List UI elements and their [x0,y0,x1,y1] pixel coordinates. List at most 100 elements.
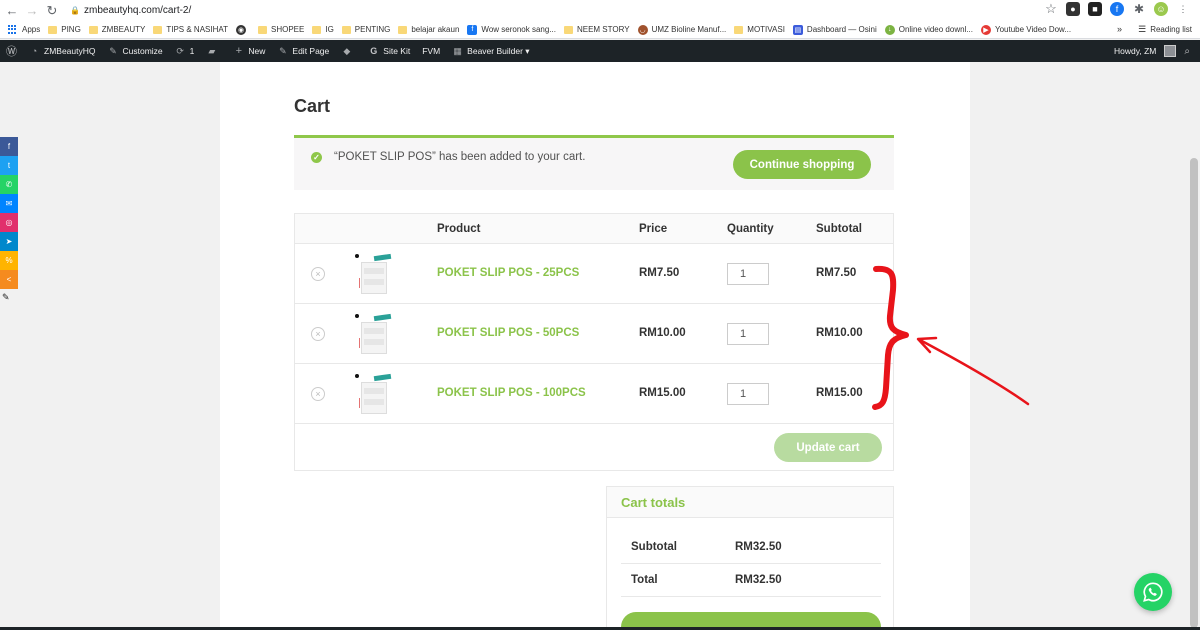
twitter-share-icon[interactable]: t [0,156,18,175]
bookmark-site[interactable]: ▶ Youtube Video Dow... [981,24,1071,35]
page-title: Cart [294,96,331,116]
reload-icon[interactable]: ↻ [44,3,60,19]
product-name-link[interactable]: POKET SLIP POS - 50PCS [437,327,579,339]
remove-item-icon[interactable]: × [311,267,325,281]
added-to-cart-notice: ✓ “POKET SLIP POS” has been added to you… [294,135,894,190]
product-thumbnail[interactable] [355,252,395,296]
menu-kebab-icon[interactable]: ⋮ [1176,2,1190,16]
site-kit-label: Site Kit [383,46,411,56]
product-price: RM10.00 [639,327,686,339]
bookmark-folder[interactable]: MOTIVASI [734,25,785,34]
back-icon[interactable]: ← [4,3,20,19]
product-thumbnail[interactable] [355,312,395,356]
more-bookmarks-icon[interactable]: » [1117,24,1122,34]
scrollbar-thumb[interactable] [1190,158,1198,628]
page-scrollbar[interactable] [1188,62,1200,630]
site-kit-link[interactable]: G Site Kit [368,46,410,57]
bookmark-label: IG [325,25,334,34]
bookmark-label: Wow seronok sang... [481,25,556,34]
line-subtotal: RM15.00 [816,387,863,399]
total-label: Total [631,574,658,586]
bookmark-folder[interactable]: TIPS & NASIHAT [153,25,228,34]
table-row: × POKET SLIP POS - 50PCS RM10.00 1 RM10.… [295,304,893,364]
bookmark-folder[interactable]: PENTING [341,25,391,34]
extension-shield-icon[interactable]: ■ [1088,2,1102,16]
check-circle-icon: ✓ [311,152,322,163]
folder-icon [153,25,163,34]
updates-link[interactable]: ⟳ 1 [175,45,194,57]
bookmark-folder[interactable]: SHOPEE [258,25,304,34]
user-avatar[interactable] [1164,45,1177,57]
beaver-builder-link[interactable]: ▦ Beaver Builder ▾ [452,46,529,57]
bookmark-apps[interactable]: Apps [8,24,40,35]
reading-list-button[interactable]: ☰ Reading list [1138,24,1192,35]
header-quantity: Quantity [727,223,774,235]
messenger-share-icon[interactable]: ✉ [0,194,18,213]
puzzle-icon[interactable]: ✱ [1132,2,1146,16]
subtotal-value: RM32.50 [735,541,782,553]
extension-camera-icon[interactable]: ● [1066,2,1080,16]
address-bar[interactable]: 🔒 zmbeautyhq.com/cart-2/ [70,2,1070,18]
folder-icon [312,25,322,34]
reading-list-label: Reading list [1150,25,1192,34]
bookmark-site[interactable]: f Wow seronok sang... [467,24,556,35]
search-icon[interactable]: ⌕ [1184,46,1190,57]
copy-link-icon[interactable]: % [0,251,18,270]
instagram-share-icon[interactable]: ◎ [0,213,18,232]
bookmark-label: UMZ Bioline Manuf... [651,25,727,34]
quantity-input[interactable]: 1 [727,323,769,345]
update-cart-button[interactable]: Update cart [774,433,882,462]
remove-item-icon[interactable]: × [311,327,325,341]
url-text: zmbeautyhq.com/cart-2/ [84,4,192,16]
diamond-menu[interactable]: ◆ [341,46,356,57]
line-subtotal: RM7.50 [816,267,857,279]
youtube-download-icon: ▶ [981,24,991,35]
forward-icon[interactable]: → [24,3,40,19]
fvm-link[interactable]: FVM [422,46,440,56]
new-content-link[interactable]: + New [233,45,266,57]
bookmark-folder[interactable]: ZMBEAUTY [88,25,145,34]
product-name-link[interactable]: POKET SLIP POS - 25PCS [437,267,579,279]
updates-icon: ⟳ [176,45,184,56]
product-thumbnail[interactable] [355,372,395,416]
whatsapp-icon [1143,582,1163,602]
bookmark-site[interactable]: ↓ Online video downl... [884,24,973,35]
whatsapp-share-icon[interactable]: ✆ [0,175,18,194]
facebook-extension-icon[interactable]: f [1110,2,1124,16]
cart-totals-panel: Cart totals Subtotal RM32.50 Total RM32.… [606,486,894,630]
quantity-input[interactable]: 1 [727,263,769,285]
bookmark-site[interactable]: ▤ Dashboard — Osini [792,24,877,35]
layout-grid-icon: ▦ [453,45,462,56]
fvm-label: FVM [422,46,441,56]
continue-shopping-button[interactable]: Continue shopping [733,150,871,179]
remove-item-icon[interactable]: × [311,387,325,401]
facebook-share-icon[interactable]: f [0,137,18,156]
download-icon: ↓ [884,24,895,35]
bookmark-site[interactable]: ◡ UMZ Bioline Manuf... [637,24,727,35]
bookmark-label: NEEM STORY [576,25,630,34]
telegram-share-icon[interactable]: ➤ [0,232,18,251]
more-share-icon[interactable]: < [0,270,18,289]
bookmark-label: PENTING [354,25,391,34]
folder-icon [258,25,267,34]
howdy-user[interactable]: Howdy, ZM [1114,46,1156,56]
bookmark-folder[interactable]: belajar akaun [398,25,459,34]
customize-link[interactable]: ✎ Customize [108,46,162,57]
facebook-icon: f [467,24,478,35]
edit-page-link[interactable]: ✎ Edit Page [277,46,329,57]
bookmark-folder[interactable]: IG [312,25,334,34]
whatsapp-chat-button[interactable] [1134,573,1172,611]
site-name-link[interactable]: ◔ ZMBeautyHQ [29,46,96,57]
bookmark-folder[interactable]: NEEM STORY [563,25,630,34]
product-name-link[interactable]: POKET SLIP POS - 100PCS [437,387,586,399]
edit-page-label: Edit Page [292,46,330,56]
folder-icon [341,25,351,34]
profile-avatar[interactable]: ☺ [1154,2,1168,16]
comments-link[interactable]: ▰ [206,46,221,57]
bookmark-star-icon[interactable]: ☆ [1044,1,1058,16]
bookmark-site[interactable]: ◉ [236,24,250,35]
wordpress-logo[interactable]: Ⓦ [6,46,21,58]
bookmark-folder[interactable]: PING [48,25,81,34]
totals-row-total: Total RM32.50 [621,564,881,597]
quantity-input[interactable]: 1 [727,383,769,405]
